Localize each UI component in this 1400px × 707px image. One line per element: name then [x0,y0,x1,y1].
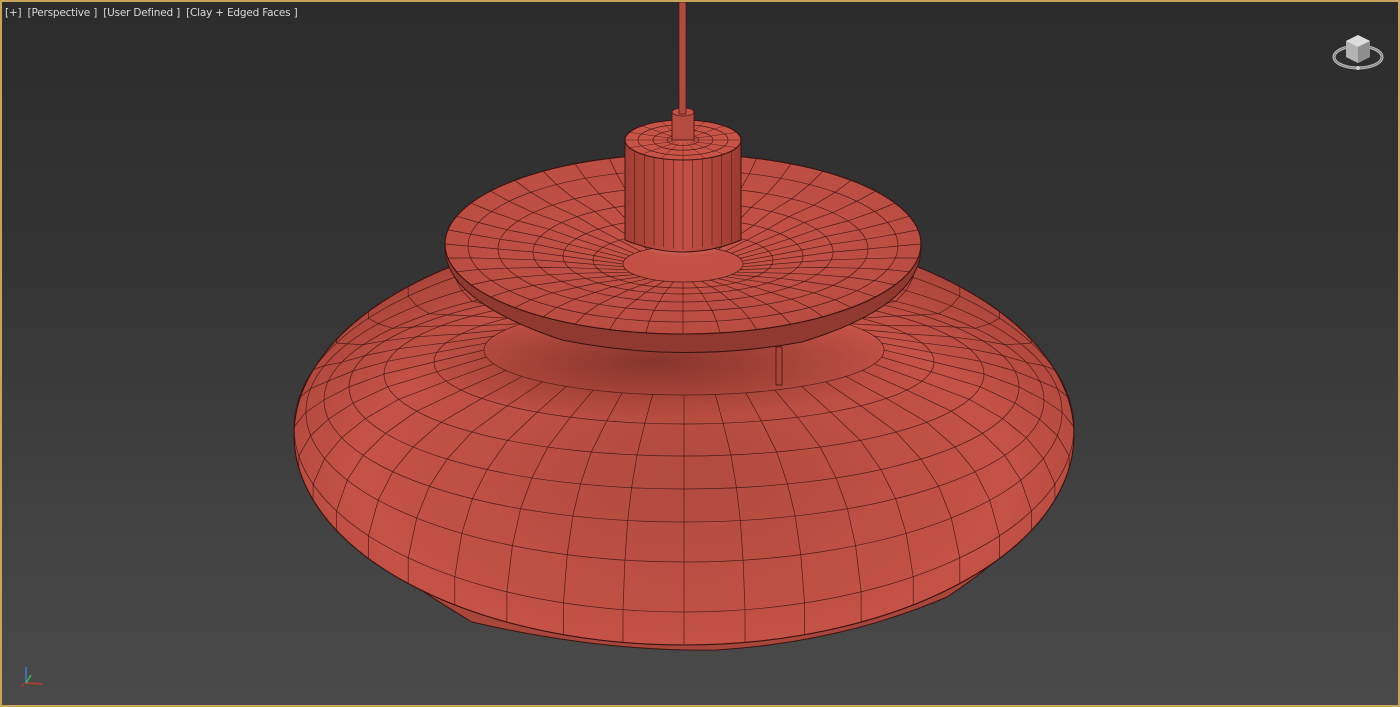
viewport-label-bar: [+] [Perspective ] [User Defined ] [Clay… [5,7,300,19]
axis-tripod-icon [20,667,43,688]
lamp-model-scene[interactable] [2,2,1398,705]
viewport-shading-label[interactable]: [Clay + Edged Faces ] [186,7,298,19]
cable [678,2,687,115]
lamp-mesh[interactable] [293,2,1075,651]
support-rod [775,346,783,386]
perspective-viewport[interactable]: [+] [Perspective ] [User Defined ] [Clay… [0,0,1400,707]
viewport-menu-plus[interactable]: [+] [5,7,22,19]
viewcube-icon[interactable] [1330,27,1386,75]
viewport-user-defined-label[interactable]: [User Defined ] [103,7,180,19]
viewport-perspective-label[interactable]: [Perspective ] [28,7,98,19]
